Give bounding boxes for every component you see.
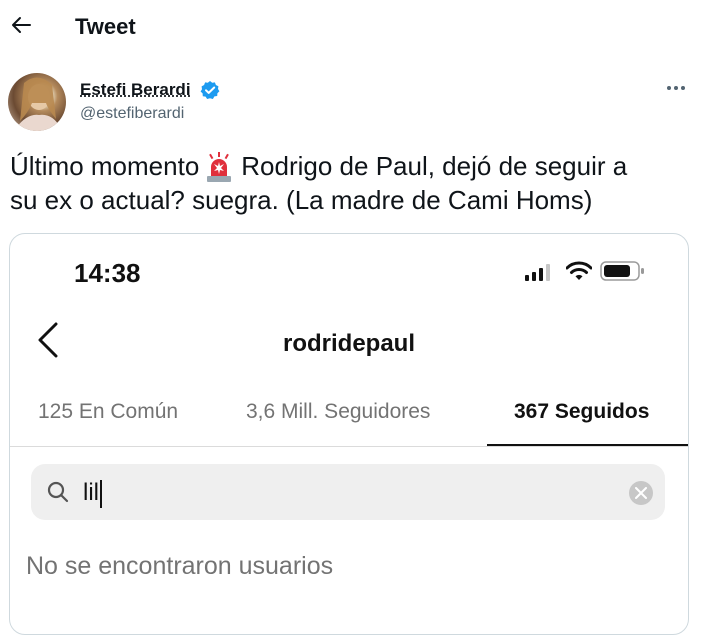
search-input[interactable]: lil [31, 464, 665, 520]
status-time: 14:38 [74, 258, 141, 288]
page-title: Tweet [75, 14, 136, 39]
author-handle[interactable]: @estefiberardi [80, 105, 184, 123]
active-tab-indicator [487, 444, 688, 446]
profile-username: rodridepaul [282, 330, 415, 357]
battery-icon [600, 261, 646, 281]
police-siren-icon [203, 152, 235, 184]
text-caret [100, 479, 102, 508]
verified-badge-icon [200, 80, 220, 100]
back-arrow-icon[interactable] [10, 14, 32, 36]
tweet-text-line1-start: Último momento [10, 151, 200, 181]
tab-followers[interactable]: 3,6 Mill. Seguidores [246, 400, 430, 424]
author-name[interactable]: Estefi Berardi [80, 80, 191, 100]
tweet-media-image[interactable]: 14:38 rodridepaul 125 En Común 3,6 Mill.… [9, 233, 689, 635]
clear-search-icon[interactable] [629, 481, 653, 505]
tab-following[interactable]: 367 Seguidos [514, 400, 649, 424]
search-icon [47, 481, 69, 503]
search-query: lil [83, 479, 99, 506]
tweet-text-line1-end: Rodrigo de Paul, dejó de seguir a [241, 151, 628, 181]
wifi-icon [565, 260, 593, 282]
tweet-text-line2: su ex o actual? suegra. (La madre de Cam… [10, 185, 593, 216]
tab-in-common[interactable]: 125 En Común [38, 400, 178, 424]
more-options-icon[interactable] [664, 78, 688, 98]
signal-icon [524, 262, 554, 282]
avatar[interactable] [8, 73, 66, 131]
empty-results-message: No se encontraron usuarios [26, 552, 334, 580]
tweet-text: Último momento Rodrigo de Paul, dejó de … [10, 150, 690, 217]
search-input-value[interactable]: lil [83, 479, 102, 508]
tabs-divider [10, 446, 688, 447]
